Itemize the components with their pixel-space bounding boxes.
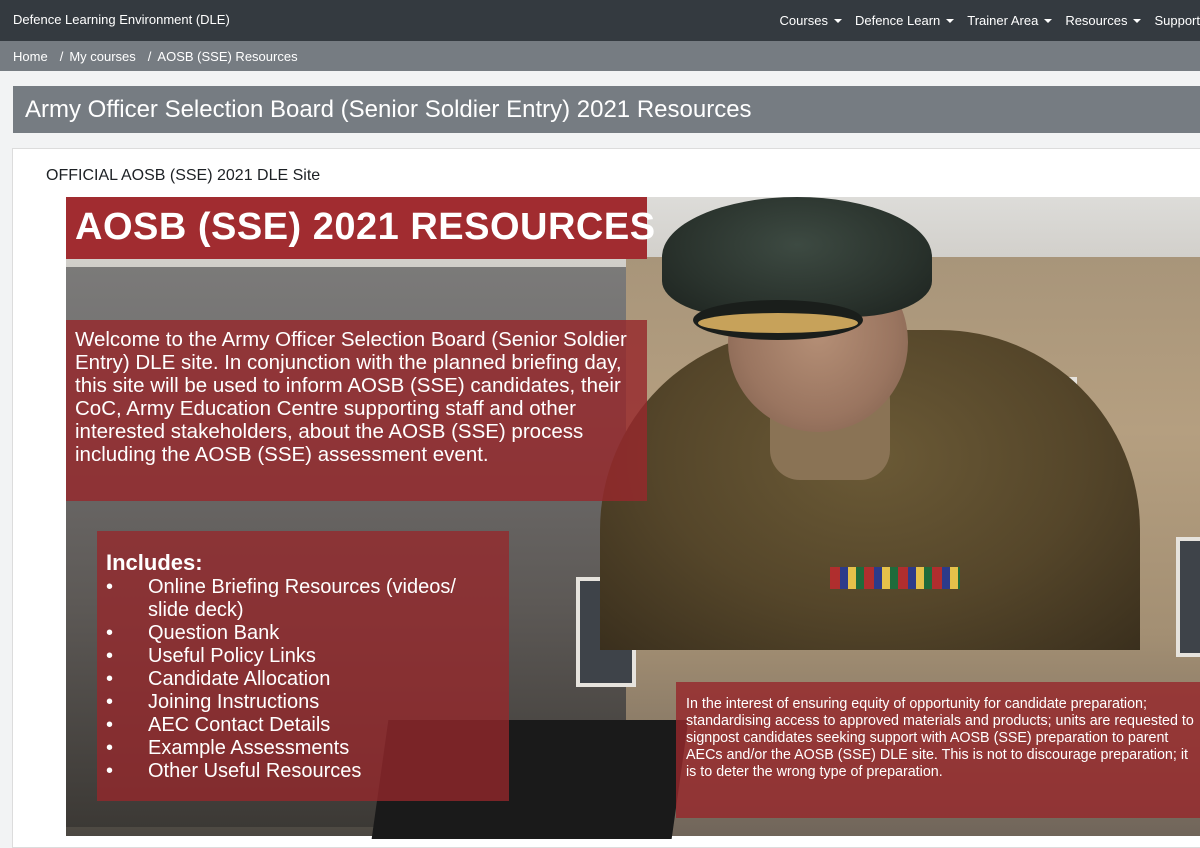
- nav-support[interactable]: Support: [1154, 13, 1200, 28]
- nav-resources-label: Resources: [1065, 13, 1128, 28]
- breadcrumb-separator: /: [147, 48, 152, 64]
- list-item: Useful Policy Links: [106, 645, 496, 668]
- nav-support-label: Support: [1154, 13, 1200, 28]
- medal-ribbons: [830, 567, 960, 589]
- welcome-text: Welcome to the Army Officer Selection Bo…: [75, 328, 627, 466]
- caret-down-icon: [833, 18, 842, 23]
- banner-title: AOSB (SSE) 2021 RESOURCES: [75, 206, 656, 248]
- notice-text: In the interest of ensuring equity of op…: [686, 696, 1194, 780]
- nav-courses[interactable]: Courses: [780, 13, 842, 28]
- nav-resources[interactable]: Resources: [1065, 13, 1142, 28]
- list-item: Question Bank: [106, 622, 496, 645]
- nav-defence-learn[interactable]: Defence Learn: [854, 13, 955, 28]
- list-item: Example Assessments: [106, 737, 496, 760]
- list-item: Other Useful Resources: [106, 760, 496, 783]
- officer-cap: [662, 197, 932, 317]
- includes-heading: Includes:: [106, 550, 203, 575]
- caret-down-icon: [946, 18, 955, 23]
- list-item: Joining Instructions: [106, 691, 496, 714]
- list-item: Candidate Allocation: [106, 668, 496, 691]
- includes-list: Online Briefing Resources (videos/ slide…: [106, 576, 496, 783]
- caret-down-icon: [1044, 18, 1053, 23]
- window: [1176, 537, 1200, 657]
- nav-trainer-area[interactable]: Trainer Area: [967, 13, 1053, 28]
- page-title: Army Officer Selection Board (Senior Sol…: [13, 86, 1200, 133]
- site-brand[interactable]: Defence Learning Environment (DLE): [13, 12, 230, 27]
- breadcrumb: Home / My courses / AOSB (SSE) Resources: [0, 41, 1200, 71]
- top-navbar: Defence Learning Environment (DLE) Cours…: [0, 0, 1200, 41]
- breadcrumb-my-courses[interactable]: My courses: [69, 49, 135, 64]
- breadcrumb-current[interactable]: AOSB (SSE) Resources: [157, 49, 297, 64]
- nav-menu: Courses Defence Learn Trainer Area Resou…: [780, 0, 1200, 41]
- nav-trainer-area-label: Trainer Area: [967, 13, 1039, 28]
- nav-courses-label: Courses: [779, 13, 828, 28]
- cap-gold-braid: [698, 313, 858, 333]
- breadcrumb-separator: /: [59, 48, 64, 64]
- list-item: Online Briefing Resources (videos/ slide…: [106, 576, 496, 622]
- site-label: OFFICIAL AOSB (SSE) 2021 DLE Site: [46, 167, 321, 184]
- list-item: AEC Contact Details: [106, 714, 496, 737]
- breadcrumb-home[interactable]: Home: [13, 49, 48, 64]
- caret-down-icon: [1133, 18, 1142, 23]
- nav-defence-learn-label: Defence Learn: [854, 13, 941, 28]
